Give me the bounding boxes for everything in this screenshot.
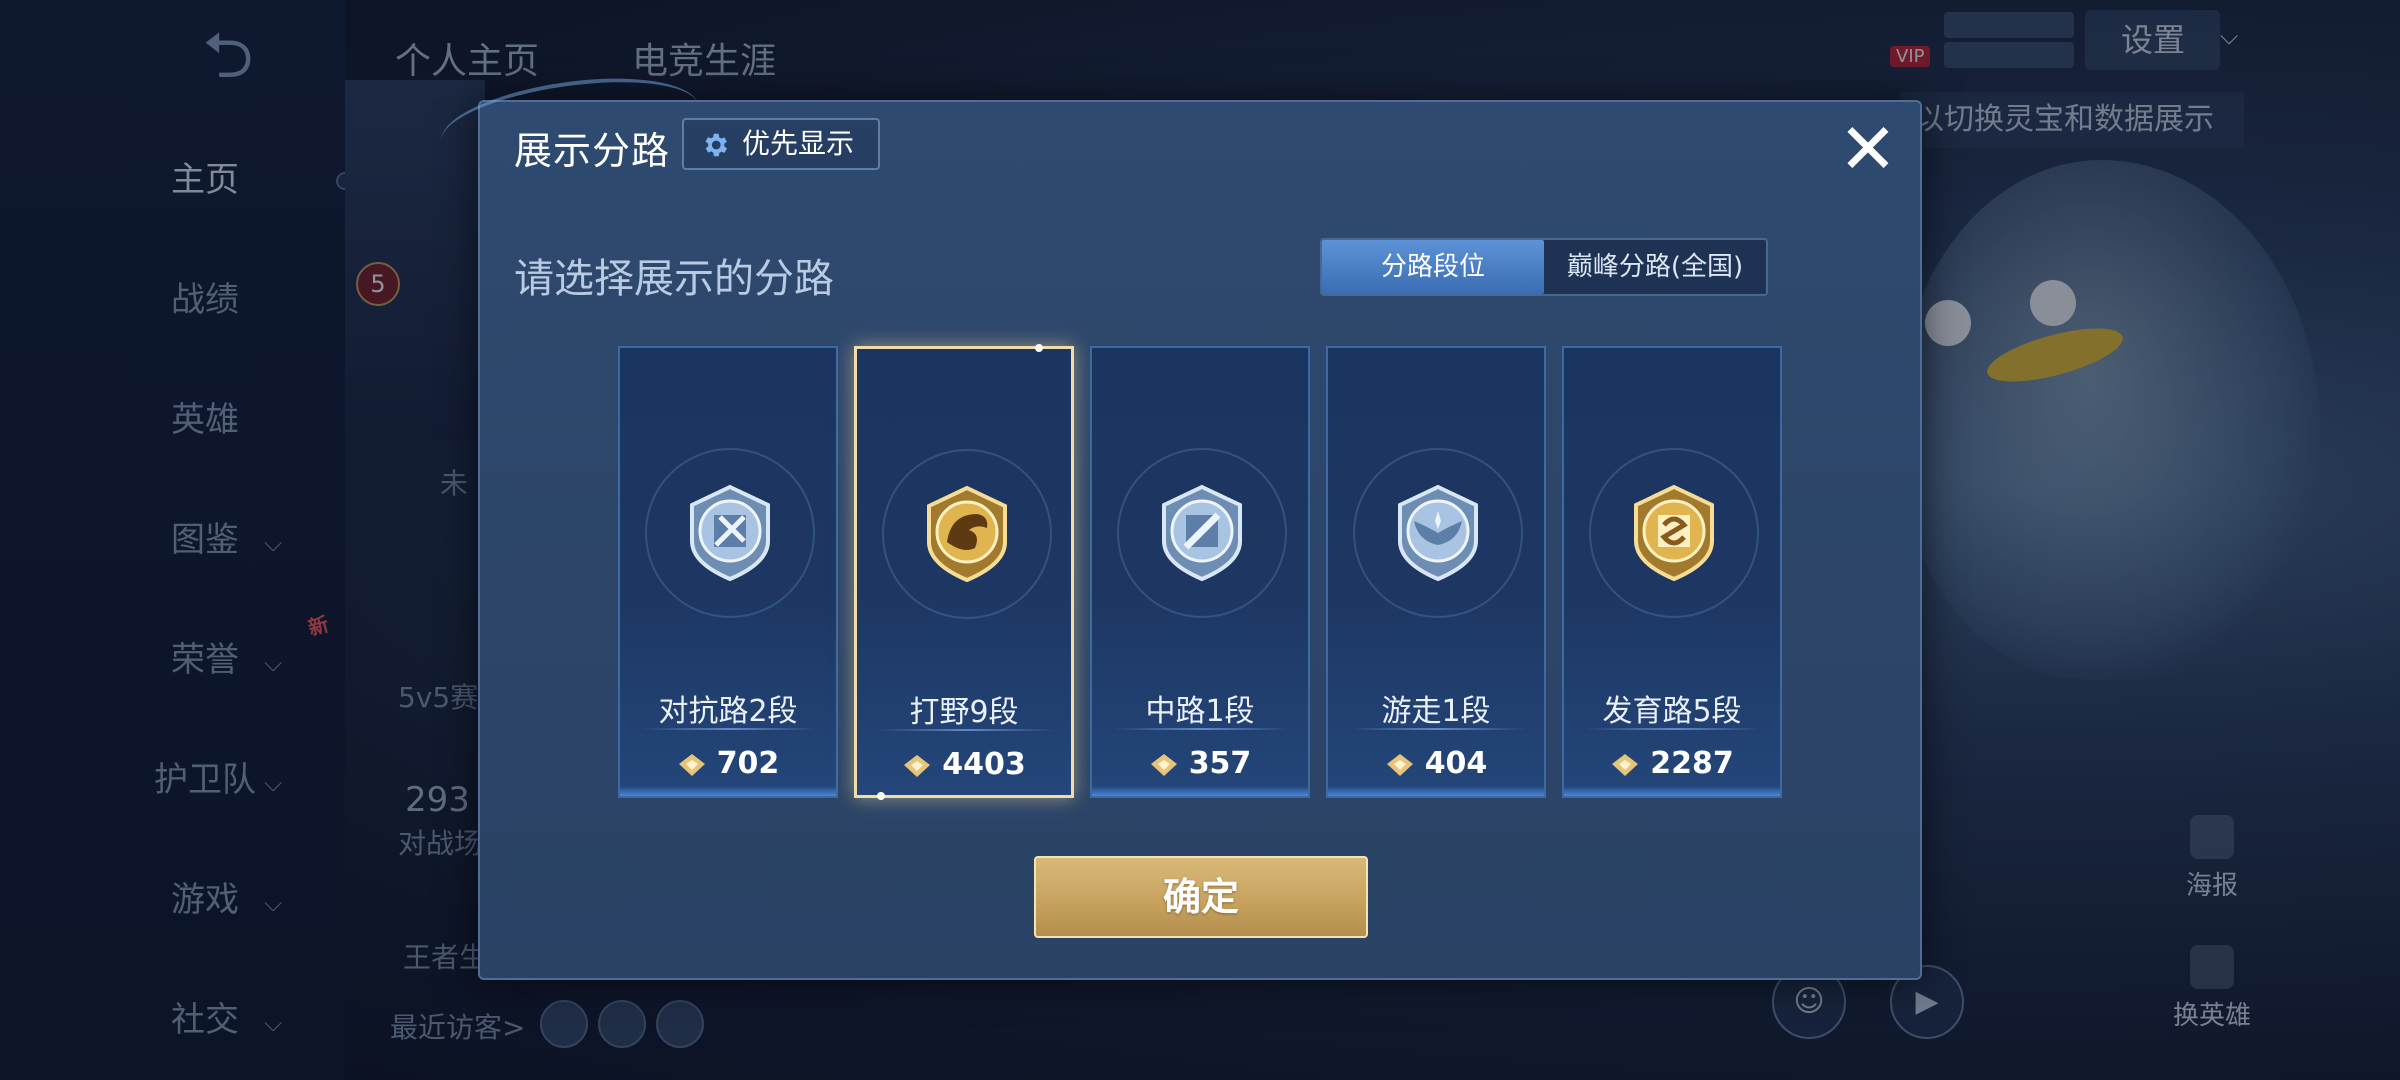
tab-peak-lane-national[interactable]: 巅峰分路(全国) bbox=[1544, 240, 1766, 294]
lane-card-clash[interactable]: 对抗路2段 702 bbox=[618, 346, 838, 798]
selection-corner-dot bbox=[877, 792, 885, 800]
divider bbox=[642, 728, 818, 730]
divider bbox=[879, 729, 1055, 731]
card-glow bbox=[1328, 786, 1544, 796]
dialog-subtitle: 请选择展示的分路 bbox=[514, 256, 834, 302]
score-value: 357 bbox=[1188, 746, 1252, 781]
divider bbox=[1586, 728, 1762, 730]
selection-corner-dot bbox=[1035, 344, 1043, 352]
lane-display-dialog: 展示分路 优先显示 ✕ 请选择展示的分路 分路段位 巅峰分路(全国) 对抗路2段… bbox=[435, 64, 1922, 980]
lane-card-mid[interactable]: 中路1段 357 bbox=[1090, 346, 1310, 798]
lane-card-label: 打野9段 bbox=[909, 695, 1019, 730]
lane-card-roam[interactable]: 游走1段 404 bbox=[1326, 346, 1546, 798]
lane-card-farm[interactable]: 发育路5段 2287 bbox=[1562, 346, 1782, 798]
gear-icon bbox=[705, 133, 727, 157]
lane-card-label: 中路1段 bbox=[1145, 694, 1255, 729]
mid-lane-emblem-icon bbox=[1162, 484, 1242, 582]
score-value: 702 bbox=[716, 746, 780, 781]
lane-card-score: 4403 bbox=[857, 747, 1071, 782]
rank-points-icon bbox=[1150, 753, 1177, 776]
clash-lane-emblem-icon bbox=[690, 484, 770, 582]
lane-card-jungle[interactable]: 打野9段 4403 bbox=[854, 344, 1074, 800]
lane-card-score: 404 bbox=[1328, 746, 1544, 781]
rank-points-icon bbox=[678, 753, 705, 776]
card-glow bbox=[620, 786, 836, 796]
lane-card-label: 发育路5段 bbox=[1602, 694, 1742, 729]
close-icon[interactable]: ✕ bbox=[1830, 114, 1906, 190]
card-glow bbox=[1564, 786, 1780, 796]
lane-card-score: 702 bbox=[620, 746, 836, 781]
farm-lane-emblem-icon bbox=[1634, 484, 1714, 582]
lane-card-score: 2287 bbox=[1564, 746, 1780, 781]
roam-wings-emblem-icon bbox=[1398, 484, 1478, 582]
lane-mode-toggle: 分路段位 巅峰分路(全国) bbox=[1320, 238, 1768, 296]
rank-points-icon bbox=[1612, 753, 1639, 776]
score-value: 4403 bbox=[942, 747, 1026, 782]
lane-card-label: 对抗路2段 bbox=[658, 694, 798, 729]
divider bbox=[1350, 728, 1526, 730]
dialog-title: 展示分路 bbox=[514, 129, 671, 173]
card-glow bbox=[1092, 786, 1308, 796]
tab-lane-rank[interactable]: 分路段位 bbox=[1322, 240, 1544, 294]
jungle-dragon-emblem-icon bbox=[927, 485, 1007, 583]
lane-card-label: 游走1段 bbox=[1381, 694, 1491, 729]
lane-card-score: 357 bbox=[1092, 746, 1308, 781]
rank-points-icon bbox=[904, 754, 931, 777]
score-value: 2287 bbox=[1650, 746, 1734, 781]
priority-display-label: 优先显示 bbox=[742, 127, 855, 160]
priority-display-button[interactable]: 优先显示 bbox=[682, 118, 880, 170]
rank-points-icon bbox=[1386, 753, 1413, 776]
confirm-button[interactable]: 确定 bbox=[1034, 856, 1368, 938]
divider bbox=[1114, 728, 1290, 730]
score-value: 404 bbox=[1424, 746, 1488, 781]
